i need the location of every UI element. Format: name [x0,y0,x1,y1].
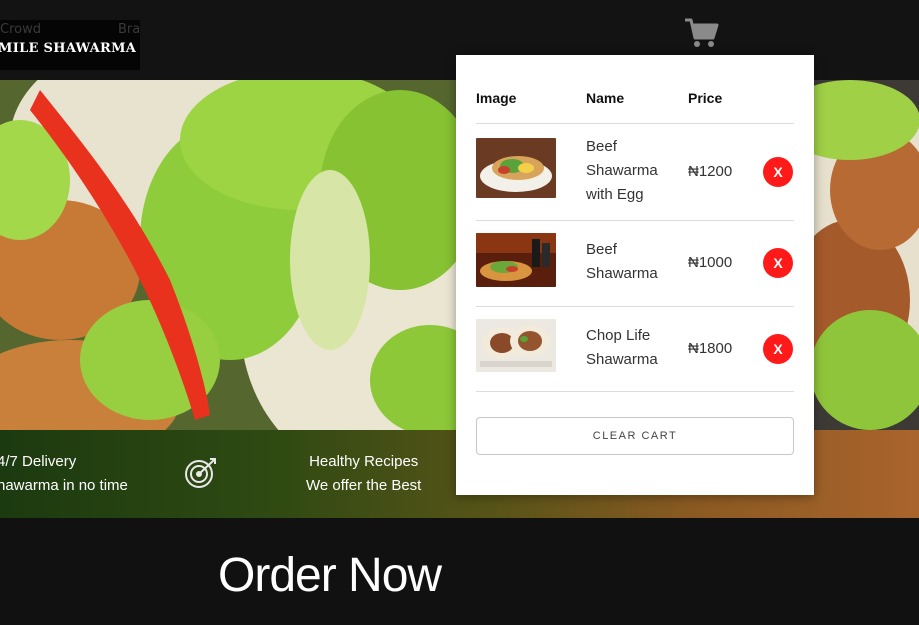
feature-healthy-subtitle: We offer the Best [306,477,422,494]
cart-item-image [476,233,556,287]
cart-dropdown: Image Name Price Beef Shawarma with Egg … [456,55,814,495]
cart-header-image: Image [476,90,517,106]
clear-cart-button[interactable]: CLEAR CART [476,417,794,455]
cart-header-price: Price [688,90,723,106]
remove-item-button[interactable]: X [763,334,793,364]
logo-faint-text-left: Crowd [0,22,41,37]
logo-faint-text-right: Bra [118,22,140,37]
logo-text: MILE SHAWARMA [0,41,137,56]
cart-item-name: Beef Shawarma [586,241,658,282]
feature-healthy-title: Healthy Recipes [309,453,419,470]
remove-item-button[interactable]: X [763,248,793,278]
cart-item-price: ₦1200 [688,163,733,180]
cart-header-name: Name [586,90,625,106]
cart-item-name: Chop Life Shawarma [586,327,658,368]
shopping-cart-icon[interactable] [684,16,720,50]
feature-healthy: Healthy Recipes We offer the Best [306,450,421,498]
divider [476,123,794,124]
target-icon [184,456,218,490]
cart-item-price: ₦1000 [688,254,733,271]
feature-delivery-subtitle: hawarma in no time [0,477,128,494]
divider [476,306,794,307]
order-now-heading: Order Now [218,549,442,602]
divider [476,391,794,392]
cart-item-image [476,319,556,372]
feature-delivery-title: 4/7 Delivery [0,453,77,470]
remove-item-button[interactable]: X [763,157,793,187]
feature-delivery: 4/7 Delivery hawarma in no time [0,450,128,498]
cart-item-price: ₦1800 [688,340,733,357]
cart-item-image [476,138,556,198]
logo[interactable]: Crowd Bra MILE SHAWARMA [0,20,140,70]
cart-item-name: Beef Shawarma with Egg [586,138,658,203]
divider [476,220,794,221]
